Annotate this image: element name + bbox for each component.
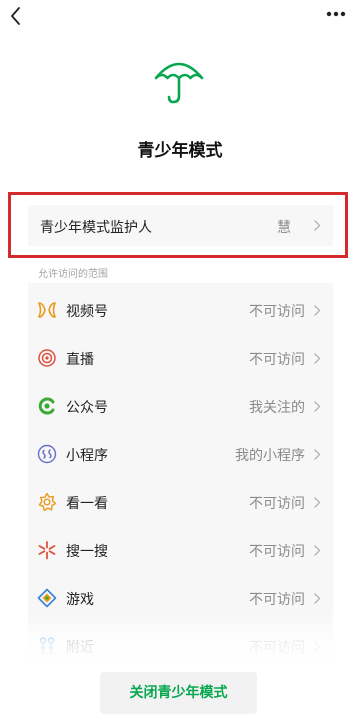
access-row-value: 我的小程序 <box>235 448 305 464</box>
access-row-label: 小程序 <box>66 448 108 464</box>
top-bar <box>0 0 360 34</box>
video-channel-icon <box>38 302 56 318</box>
youth-mode-page: 青少年模式 青少年模式监护人 慧 允许访问的范围 视频号 不可访问 直播 不可访… <box>0 0 360 715</box>
chevron-right-icon <box>314 593 321 604</box>
umbrella-icon <box>154 62 204 104</box>
mini-program-icon <box>37 444 57 464</box>
chevron-right-icon <box>314 449 321 460</box>
chevron-right-icon <box>314 545 321 556</box>
chevron-right-icon <box>314 401 321 412</box>
access-row-label: 看一看 <box>66 496 108 512</box>
access-row-nearby[interactable]: 附近 不可访问 <box>28 621 333 669</box>
page-title: 青少年模式 <box>137 141 223 161</box>
access-row-label: 视频号 <box>66 304 108 320</box>
guardian-value: 慧 <box>277 220 291 236</box>
search-icon <box>38 541 56 560</box>
section-header: 允许访问的范围 <box>38 269 108 280</box>
access-row-search[interactable]: 搜一搜 不可访问 <box>28 525 333 573</box>
back-icon[interactable] <box>6 5 28 27</box>
access-row-games[interactable]: 游戏 不可访问 <box>28 573 333 621</box>
top-stories-icon <box>38 492 57 512</box>
chevron-right-icon <box>314 641 321 652</box>
access-row-value: 不可访问 <box>249 496 305 512</box>
chevron-right-icon <box>314 353 321 364</box>
access-row-official-account[interactable]: 公众号 我关注的 <box>28 381 333 429</box>
access-row-value: 我关注的 <box>249 400 305 416</box>
chevron-right-icon <box>314 220 321 231</box>
access-row-label: 游戏 <box>66 592 94 608</box>
more-icon[interactable] <box>322 3 350 25</box>
access-row-video-channel[interactable]: 视频号 不可访问 <box>28 285 333 333</box>
chevron-right-icon <box>314 305 321 316</box>
access-row-label: 搜一搜 <box>66 544 108 560</box>
guardian-row[interactable]: 青少年模式监护人 慧 <box>28 205 333 246</box>
live-icon <box>38 349 56 367</box>
access-row-label: 附近 <box>66 640 94 656</box>
official-account-icon <box>38 397 55 415</box>
guardian-label: 青少年模式监护人 <box>40 220 152 236</box>
access-row-live[interactable]: 直播 不可访问 <box>28 333 333 381</box>
close-youth-mode-button[interactable]: 关闭青少年模式 <box>100 672 257 714</box>
access-row-value: 不可访问 <box>249 544 305 560</box>
access-row-value: 不可访问 <box>249 352 305 368</box>
access-row-top-stories[interactable]: 看一看 不可访问 <box>28 477 333 525</box>
access-row-value: 不可访问 <box>249 592 305 608</box>
access-row-mini-program[interactable]: 小程序 我的小程序 <box>28 429 333 477</box>
access-list: 视频号 不可访问 直播 不可访问 公众号 我关注的 小程序 我的小程序 看一看 … <box>28 283 333 663</box>
access-row-value: 不可访问 <box>249 640 305 656</box>
nearby-icon <box>39 637 55 655</box>
access-row-value: 不可访问 <box>249 304 305 320</box>
access-row-label: 直播 <box>66 352 94 368</box>
games-icon <box>37 588 57 608</box>
chevron-right-icon <box>314 497 321 508</box>
access-row-label: 公众号 <box>66 400 108 416</box>
